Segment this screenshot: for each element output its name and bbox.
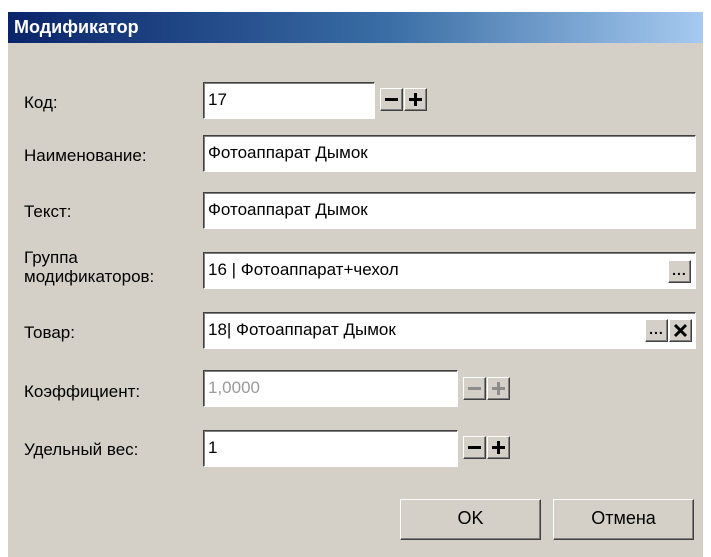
minus-icon <box>468 387 481 390</box>
window-title: Модификатор <box>8 12 703 43</box>
weight-increment-button[interactable] <box>487 436 510 459</box>
weight-input[interactable]: 1 <box>203 430 458 467</box>
name-label: Наименование: <box>24 146 147 165</box>
product-browse-button[interactable]: ... <box>645 319 668 342</box>
plus-icon <box>492 441 505 454</box>
weight-decrement-button[interactable] <box>463 436 486 459</box>
plus-icon <box>409 93 422 106</box>
coefficient-label: Коэффициент: <box>24 382 141 401</box>
code-decrement-button[interactable] <box>380 88 403 111</box>
code-input[interactable]: 17 <box>203 82 375 119</box>
ok-button[interactable]: OK <box>400 499 541 540</box>
group-browse-button[interactable]: ... <box>668 260 691 283</box>
code-label: Код: <box>24 93 58 112</box>
text-label: Текст: <box>24 202 72 221</box>
product-label: Товар: <box>24 323 75 342</box>
close-icon <box>673 323 688 338</box>
plus-icon <box>492 382 505 395</box>
coefficient-input: 1,0000 <box>203 370 458 407</box>
weight-label: Удельный вес: <box>24 440 139 459</box>
group-label-line2: модификаторов: <box>24 267 155 286</box>
text-input[interactable]: Фотоаппарат Дымок <box>203 192 696 229</box>
coefficient-decrement-button <box>463 377 486 400</box>
minus-icon <box>385 98 398 101</box>
name-input[interactable]: Фотоаппарат Дымок <box>203 135 696 172</box>
product-clear-button[interactable] <box>669 319 692 342</box>
cancel-button[interactable]: Отмена <box>553 499 694 540</box>
coefficient-increment-button <box>487 377 510 400</box>
group-label: Группа модификаторов: <box>24 248 154 286</box>
modifier-dialog: Модификатор Код: 17 Наименование: Фотоап… <box>8 12 703 557</box>
group-input[interactable]: 16 | Фотоаппарат+чехол <box>203 252 696 289</box>
group-label-line1: Группа <box>24 248 78 267</box>
code-increment-button[interactable] <box>404 88 427 111</box>
minus-icon <box>468 446 481 449</box>
product-input[interactable]: 18| Фотоаппарат Дымок <box>203 312 696 349</box>
